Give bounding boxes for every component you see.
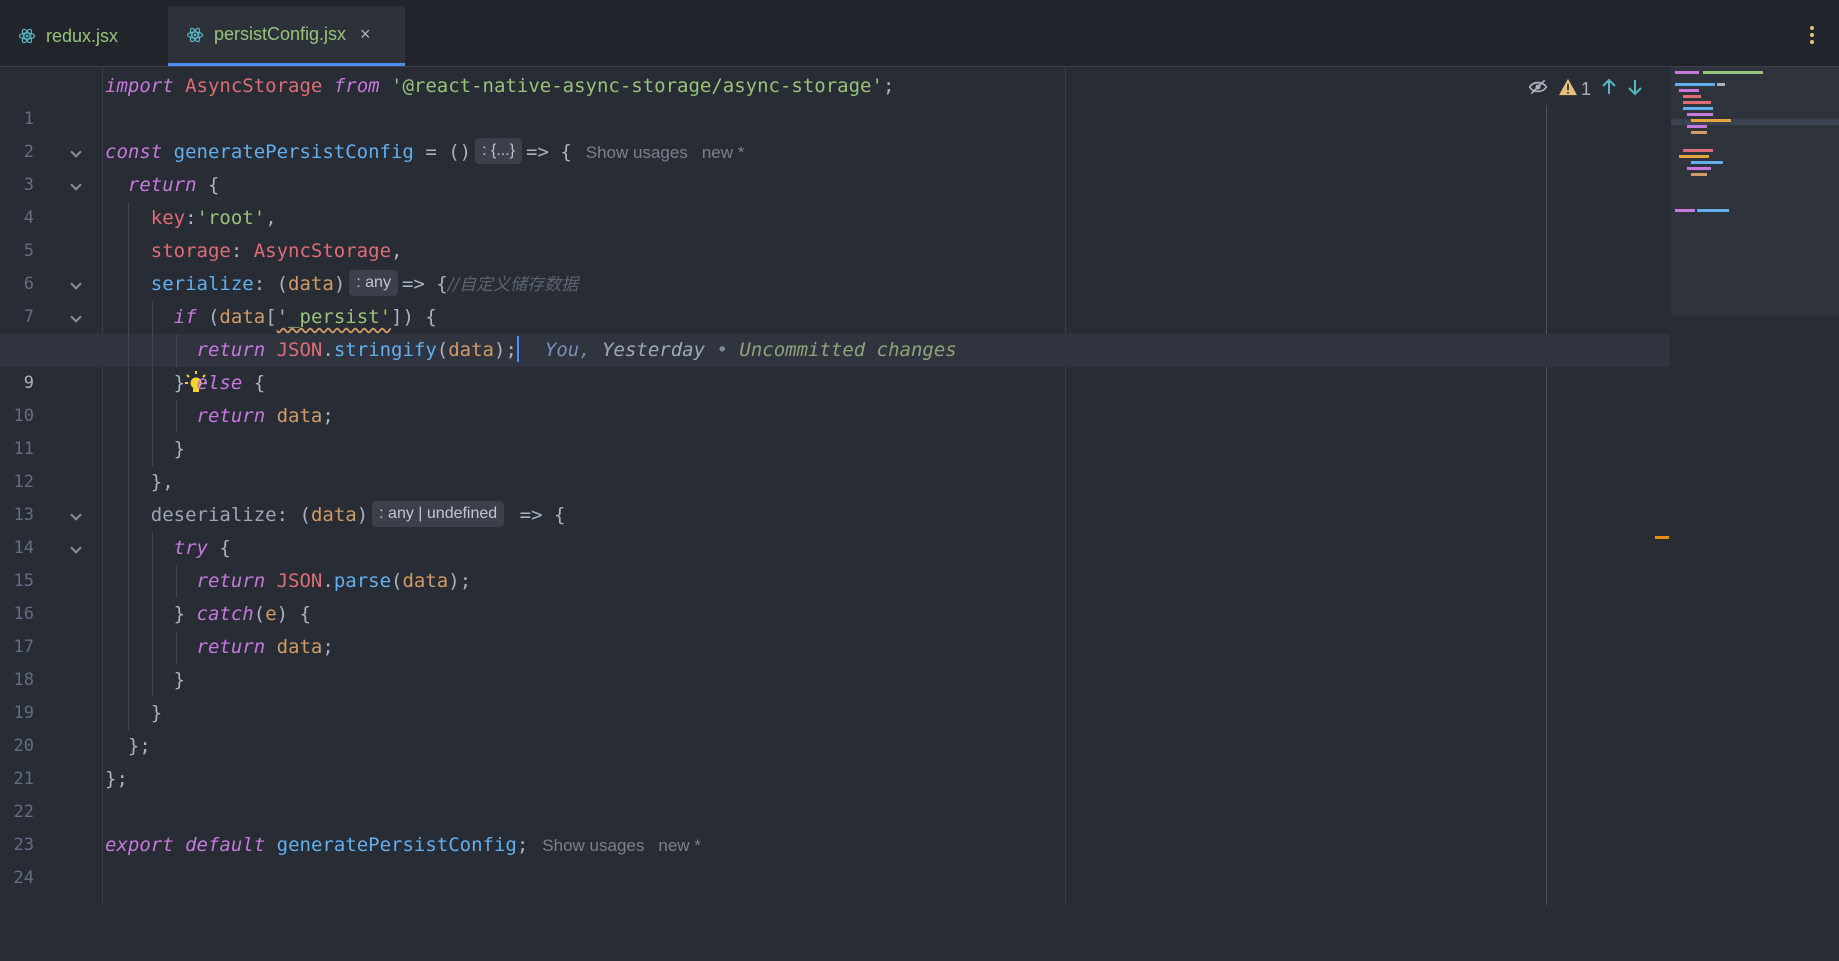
code-line: 3 const generatePersistConfig = (): {...…: [0, 136, 1670, 195]
code-line: 8 if (data['_persist']) {: [0, 301, 1670, 360]
code-editor[interactable]: 1 import AsyncStorage from '@react-nativ…: [0, 67, 1839, 905]
react-icon: [18, 27, 36, 45]
code-line: 19 }: [0, 664, 1670, 723]
line-number: 24: [13, 868, 34, 888]
code-line: 5 key:'root',: [0, 202, 1670, 261]
code-line: 14 deserialize: (data): any | undefined …: [0, 499, 1670, 558]
fold-chevron-icon[interactable]: [70, 146, 82, 158]
code-line: 1 import AsyncStorage from '@react-nativ…: [0, 70, 1670, 129]
fold-chevron-icon[interactable]: [70, 278, 82, 290]
code-line: 20 }: [0, 697, 1670, 756]
code-line: 21 };: [0, 730, 1670, 789]
code-line-current: 9 return JSON.stringify(data); You, Yeste…: [0, 334, 1670, 393]
code-line: 22 };: [0, 763, 1670, 822]
type-hint: : any: [349, 269, 398, 296]
more-options-icon[interactable]: [1809, 26, 1815, 47]
code-line: 7 serialize: (data): any => {//自定义储存数据: [0, 268, 1670, 327]
fold-chevron-icon[interactable]: [70, 311, 82, 323]
git-blame-annotation[interactable]: You, Yesterday • Uncommitted changes: [545, 339, 957, 361]
type-hint: : any | undefined: [372, 500, 505, 527]
type-hint: : {...}: [475, 137, 522, 164]
tab-label: redux.jsx: [46, 25, 119, 46]
fold-chevron-icon[interactable]: [70, 509, 82, 521]
code-line: 4 return {: [0, 169, 1670, 228]
code-line: 12 }: [0, 433, 1670, 492]
react-icon: [186, 26, 204, 44]
fold-chevron-icon[interactable]: [70, 179, 82, 191]
tab-label: persistConfig.jsx: [214, 24, 347, 44]
code-line: 17 } catch(e) {: [0, 598, 1670, 657]
code-line: 2: [0, 103, 1670, 162]
close-icon[interactable]: ×: [360, 24, 371, 45]
code-line: 16 return JSON.parse(data);: [0, 565, 1670, 624]
tab-redux-jsx[interactable]: redux.jsx: [0, 6, 168, 66]
code-line: 15 try {: [0, 532, 1670, 591]
code-line: 23: [0, 796, 1670, 855]
author-hint[interactable]: new *: [658, 836, 701, 855]
code-line: 11 return data;: [0, 400, 1670, 459]
code-line: 13 },: [0, 466, 1670, 525]
code-line: 24 export default generatePersistConfig;…: [0, 829, 1670, 888]
code-line: 18 return data;: [0, 631, 1670, 690]
code-line: 6 storage: AsyncStorage,: [0, 235, 1670, 294]
show-usages-link[interactable]: Show usages: [586, 143, 688, 162]
fold-chevron-icon[interactable]: [70, 542, 82, 554]
text-cursor: [516, 335, 519, 362]
tab-persistconfig-jsx[interactable]: persistConfig.jsx ×: [168, 6, 405, 66]
code-line: 10 } else {: [0, 367, 1670, 426]
author-hint[interactable]: new *: [702, 143, 745, 162]
show-usages-link[interactable]: Show usages: [542, 836, 644, 855]
editor-tab-bar: redux.jsx persistConfig.jsx ×: [0, 6, 1839, 67]
